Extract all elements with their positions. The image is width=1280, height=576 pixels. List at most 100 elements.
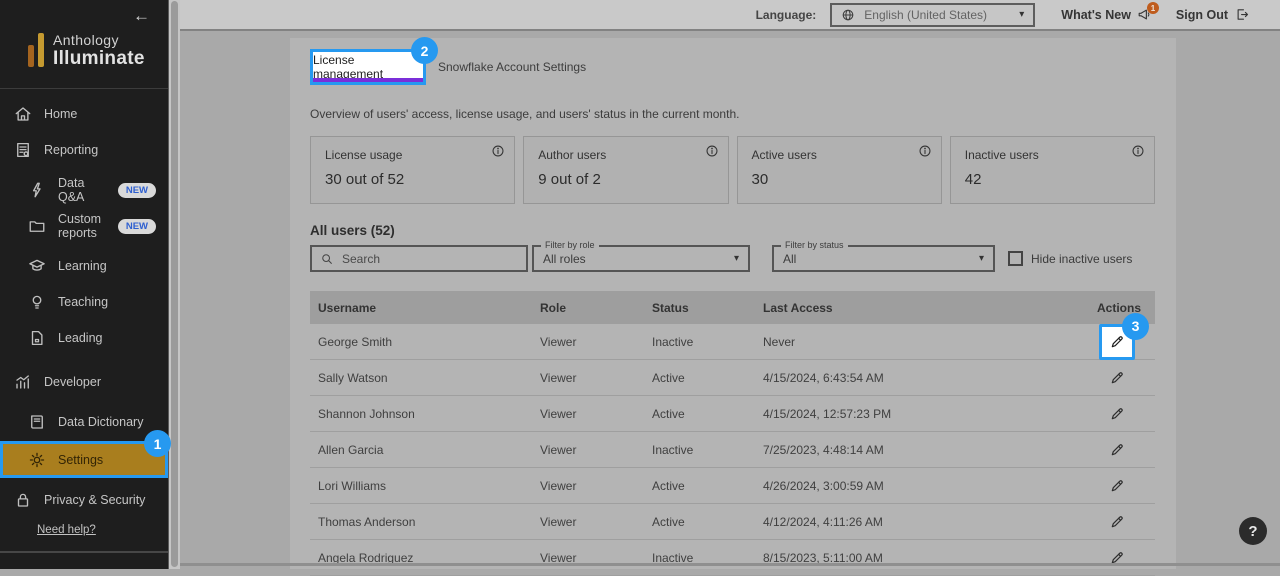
filters-row: Filter by role All roles ▾ Filter by sta… (310, 245, 1155, 272)
cell-username: George Smith (310, 335, 540, 349)
stat-value: 42 (965, 171, 1140, 188)
hide-inactive-checkbox[interactable] (1008, 251, 1023, 266)
sidebar-item-label: Reporting (44, 143, 98, 157)
sidebar: ← Anthology Illuminate Home Reporting Da… (0, 0, 168, 569)
scrollbar-thumb[interactable] (171, 1, 178, 567)
help-button[interactable]: ? (1239, 517, 1267, 545)
table-row: Thomas Anderson Viewer Active 4/12/2024,… (310, 504, 1155, 540)
sidebar-item-data-qa[interactable]: Data Q&A NEW (0, 172, 168, 208)
folder-icon (28, 217, 46, 235)
stat-card-inactive-users: Inactive users 42 (950, 136, 1155, 204)
pencil-icon (1109, 478, 1125, 494)
language-select[interactable]: English (United States) ▾ (830, 3, 1035, 27)
user-search-field[interactable] (310, 245, 528, 272)
table-row: Lori Williams Viewer Active 4/26/2024, 3… (310, 468, 1155, 504)
sidebar-item-custom-reports[interactable]: Custom reports NEW (0, 208, 168, 244)
edit-user-button[interactable] (1099, 540, 1135, 576)
main-region: License management 2 Snowflake Account S… (180, 33, 1280, 569)
brand-bars-icon (28, 33, 44, 70)
cell-role: Viewer (540, 335, 652, 349)
sidebar-item-label: Custom reports (58, 212, 106, 240)
column-status: Status (652, 301, 763, 315)
filter-by-status-select[interactable]: Filter by status All ▾ (772, 245, 995, 272)
lock-icon (14, 491, 32, 509)
filter-role-value: All roles (543, 252, 734, 266)
table-row: Sally Watson Viewer Active 4/15/2024, 6:… (310, 360, 1155, 396)
cell-username: Lori Williams (310, 479, 540, 493)
hide-inactive-label: Hide inactive users (1031, 252, 1132, 266)
hide-inactive-users-toggle: Hide inactive users (1008, 251, 1132, 266)
column-actions: Actions (1065, 301, 1155, 315)
pencil-icon (1109, 406, 1125, 422)
info-icon[interactable] (918, 144, 932, 158)
info-icon[interactable] (705, 144, 719, 158)
sign-out-button[interactable]: Sign Out (1176, 7, 1250, 22)
cell-username: Sally Watson (310, 371, 540, 385)
column-last-access: Last Access (763, 301, 1065, 315)
sidebar-item-label: Data Dictionary (58, 415, 143, 429)
column-username: Username (310, 301, 540, 315)
sidebar-item-leading[interactable]: Leading (0, 320, 168, 356)
sidebar-item-data-dictionary[interactable]: Data Dictionary (0, 404, 168, 440)
bar-chart-icon (14, 373, 32, 391)
table-header-row: Username Role Status Last Access Actions (310, 291, 1155, 324)
report-icon (14, 141, 32, 159)
question-mark-icon: ? (1248, 523, 1257, 540)
edit-user-button[interactable] (1099, 432, 1135, 468)
globe-icon (841, 8, 855, 22)
sidebar-item-developer[interactable]: Developer (0, 364, 168, 400)
filter-status-label: Filter by status (781, 240, 848, 250)
edit-user-button[interactable] (1099, 360, 1135, 396)
tab-license-management[interactable]: License management 2 (310, 49, 426, 85)
table-row: Allen Garcia Viewer Inactive 7/25/2023, … (310, 432, 1155, 468)
annotation-badge-1: 1 (144, 430, 171, 457)
cell-actions (1065, 468, 1155, 504)
whats-new-count-badge: 1 (1147, 2, 1159, 14)
tab-snowflake-account-settings[interactable]: Snowflake Account Settings (438, 60, 586, 74)
search-input[interactable] (342, 252, 492, 266)
cell-status: Active (652, 479, 763, 493)
sidebar-item-label: Settings (58, 453, 103, 467)
sidebar-scrollbar[interactable] (168, 0, 180, 569)
edit-user-button[interactable] (1099, 396, 1135, 432)
cell-username: Shannon Johnson (310, 407, 540, 421)
edit-user-button[interactable] (1099, 468, 1135, 504)
whats-new-button[interactable]: What's New 1 (1061, 7, 1152, 22)
cell-actions (1065, 540, 1155, 576)
chevron-down-icon: ▾ (734, 253, 739, 264)
brand-logo: Anthology Illuminate (28, 32, 145, 70)
info-icon[interactable] (491, 144, 505, 158)
sidebar-item-teaching[interactable]: Teaching (0, 284, 168, 320)
edit-user-button[interactable]: 3 (1099, 324, 1135, 360)
document-icon (28, 329, 46, 347)
chevron-down-icon: ▾ (979, 253, 984, 264)
sidebar-item-settings[interactable]: Settings 1 (0, 441, 168, 478)
sidebar-item-learning[interactable]: Learning (0, 248, 168, 284)
need-help-link[interactable]: Need help? (37, 524, 96, 536)
pencil-icon (1109, 442, 1125, 458)
sidebar-item-privacy-security[interactable]: Privacy & Security (0, 482, 168, 518)
search-icon (320, 252, 334, 266)
sidebar-nav: Home Reporting Data Q&A NEW Custom repor… (0, 96, 168, 518)
edit-user-button[interactable] (1099, 504, 1135, 540)
all-users-heading: All users (52) (310, 223, 1155, 238)
sidebar-item-home[interactable]: Home (0, 96, 168, 132)
cell-last-access: Never (763, 335, 1065, 349)
table-row: Angela Rodriguez Viewer Inactive 8/15/20… (310, 540, 1155, 576)
pencil-icon (1109, 514, 1125, 530)
info-icon[interactable] (1131, 144, 1145, 158)
stat-card-active-users: Active users 30 (737, 136, 942, 204)
cell-status: Inactive (652, 443, 763, 457)
collapse-sidebar-arrow-icon[interactable]: ← (133, 6, 150, 26)
cell-last-access: 4/26/2024, 3:00:59 AM (763, 479, 1065, 493)
table-row: Shannon Johnson Viewer Active 4/15/2024,… (310, 396, 1155, 432)
annotation-badge-2: 2 (411, 37, 438, 64)
book-icon (28, 413, 46, 431)
brand-name-top: Anthology (53, 32, 145, 48)
topbar: Language: English (United States) ▾ What… (180, 0, 1280, 31)
filter-by-role-select[interactable]: Filter by role All roles ▾ (532, 245, 750, 272)
sidebar-item-reporting[interactable]: Reporting (0, 132, 168, 168)
data-qa-icon (28, 181, 46, 199)
filter-status-value: All (783, 252, 979, 266)
lightbulb-icon (28, 293, 46, 311)
